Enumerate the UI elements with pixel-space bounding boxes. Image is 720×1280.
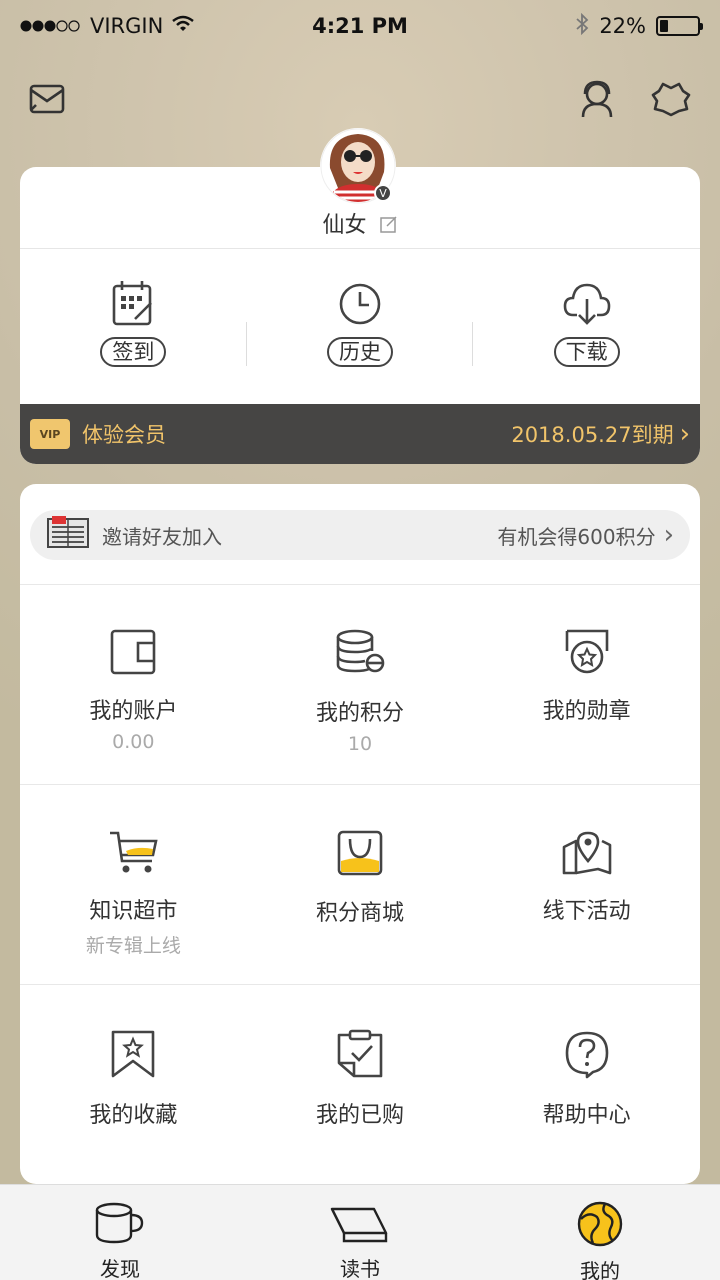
battery-icon xyxy=(656,16,703,36)
tab-label: 读书 xyxy=(340,1257,380,1280)
status-bar: VIRGIN 4:21 PM 22% xyxy=(0,0,720,52)
menu-row: 我的账户 0.00 我的积分 10 我的勋章 xyxy=(20,584,700,784)
quick-history[interactable]: 历史 xyxy=(247,249,474,404)
menu-label: 我的收藏 xyxy=(89,1103,178,1128)
vip-expiry: 2018.05.27到期 xyxy=(511,423,674,447)
vip-bar[interactable]: VIP 体验会员 2018.05.27到期 › xyxy=(20,404,700,464)
mail-icon[interactable] xyxy=(24,76,70,122)
vip-label: 体验会员 xyxy=(82,423,166,447)
menu-my-purchases[interactable]: 我的已购 xyxy=(247,985,474,1184)
menu-label: 我的积分 xyxy=(316,701,405,726)
book-icon xyxy=(330,1201,390,1249)
clock-icon xyxy=(338,279,382,331)
chevron-right-icon: › xyxy=(663,520,674,550)
profile-card: 仙女 签到 历史 下载 VIP 体验会员 2018.05.27到期 › xyxy=(20,167,700,464)
invite-banner[interactable]: 邀请好友加入 有机会得600积分 › xyxy=(30,510,690,560)
tab-read[interactable]: 读书 xyxy=(240,1185,480,1280)
nickname: 仙女 xyxy=(322,213,367,238)
medal-icon xyxy=(563,629,611,679)
menu-my-points[interactable]: 我的积分 10 xyxy=(247,585,474,784)
cart-icon xyxy=(108,829,158,879)
cup-icon xyxy=(94,1201,146,1249)
bluetooth-icon xyxy=(575,12,589,40)
menu-label: 我的账户 xyxy=(89,699,178,724)
menu-row: 知识超市 新专辑上线 积分商城 线下活动 xyxy=(20,784,700,984)
menu-label: 我的已购 xyxy=(316,1103,405,1128)
menu-label: 知识超市 xyxy=(89,899,178,924)
wallet-icon xyxy=(110,629,156,679)
nickname-row[interactable]: 仙女 xyxy=(20,207,700,239)
map-pin-icon xyxy=(562,829,612,879)
menu-label: 我的勋章 xyxy=(542,699,631,724)
tab-discover[interactable]: 发现 xyxy=(0,1185,240,1280)
battery-percent: 22% xyxy=(599,14,646,38)
globe-icon xyxy=(577,1201,623,1251)
menu-label: 帮助中心 xyxy=(542,1103,631,1128)
wifi-icon xyxy=(171,14,195,38)
download-label: 下载 xyxy=(553,337,620,367)
menu-knowledge-market[interactable]: 知识超市 新专辑上线 xyxy=(20,785,247,984)
account-balance: 0.00 xyxy=(112,731,155,753)
help-icon xyxy=(563,1029,611,1083)
menu-help-center[interactable]: 帮助中心 xyxy=(473,985,700,1184)
settings-icon[interactable] xyxy=(648,76,694,122)
clipboard-check-icon xyxy=(336,1029,384,1083)
divider xyxy=(472,322,473,366)
avatar[interactable]: V xyxy=(320,128,396,204)
menu-label: 线下活动 xyxy=(542,899,631,924)
invite-reward: 有机会得600积分 xyxy=(497,524,656,549)
vip-badge: VIP xyxy=(30,419,70,449)
points-value: 10 xyxy=(347,733,373,755)
tab-label: 我的 xyxy=(580,1259,620,1280)
menu-my-account[interactable]: 我的账户 0.00 xyxy=(20,585,247,784)
menu-card: 邀请好友加入 有机会得600积分 › 我的账户 0.00 我的积分 10 我的勋… xyxy=(20,484,700,1184)
chevron-right-icon: › xyxy=(679,419,690,449)
menu-my-medals[interactable]: 我的勋章 xyxy=(473,585,700,784)
cloud-download-icon xyxy=(563,279,611,331)
edit-icon[interactable] xyxy=(379,214,398,239)
newspaper-icon xyxy=(46,515,90,555)
invite-label: 邀请好友加入 xyxy=(102,524,222,549)
menu-sublabel: 新专辑上线 xyxy=(85,935,181,957)
quick-actions: 签到 历史 下载 xyxy=(20,249,700,404)
menu-offline-events[interactable]: 线下活动 xyxy=(473,785,700,984)
signal-icon xyxy=(20,14,82,38)
divider xyxy=(246,322,247,366)
tab-mine[interactable]: 我的 xyxy=(480,1185,720,1280)
tab-bar: 发现 读书 我的 xyxy=(0,1184,720,1280)
user-headset-icon[interactable] xyxy=(574,76,620,122)
menu-points-mall[interactable]: 积分商城 xyxy=(247,785,474,984)
menu-row: 我的收藏 我的已购 帮助中心 xyxy=(20,984,700,1184)
history-label: 历史 xyxy=(327,337,393,367)
quick-checkin[interactable]: 签到 xyxy=(20,249,247,404)
menu-my-favorites[interactable]: 我的收藏 xyxy=(20,985,247,1184)
carrier-label: VIRGIN xyxy=(90,14,164,38)
calendar-checkin-icon xyxy=(111,279,155,331)
shopping-bag-icon xyxy=(336,829,384,881)
tab-label: 发现 xyxy=(100,1257,140,1280)
coins-icon xyxy=(335,629,385,681)
checkin-label: 签到 xyxy=(100,337,167,367)
verified-badge: V xyxy=(374,184,392,202)
bookmark-star-icon xyxy=(110,1029,156,1083)
menu-label: 积分商城 xyxy=(316,901,405,926)
quick-download[interactable]: 下载 xyxy=(473,249,700,404)
